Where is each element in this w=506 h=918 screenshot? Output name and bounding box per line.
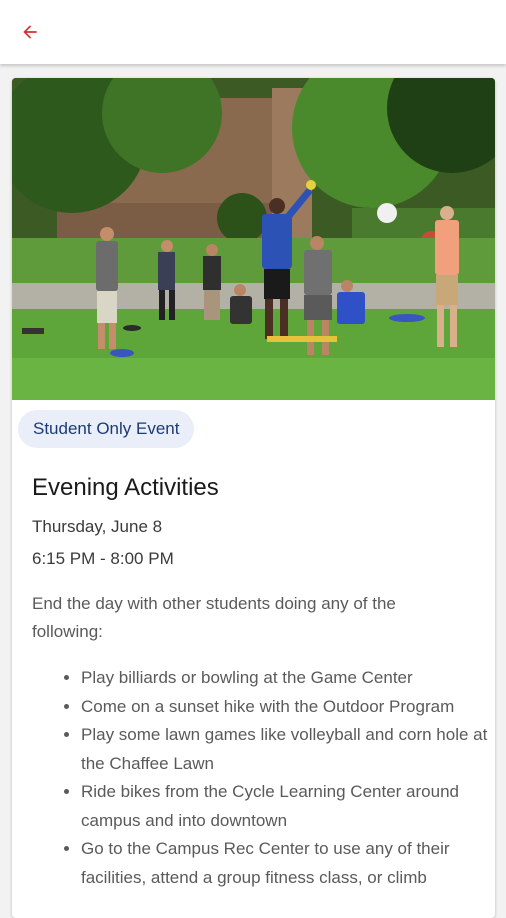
event-time: 6:15 PM - 8:00 PM (32, 549, 174, 568)
student-only-badge: Student Only Event (18, 410, 195, 448)
list-item: Go to the Campus Rec Center to use any o… (81, 835, 491, 892)
app-bar (0, 0, 506, 64)
list-item: Play some lawn games like volleyball and… (81, 721, 491, 778)
activity-list: Play billiards or bowling at the Game Ce… (60, 664, 491, 892)
event-card: Student Only Event Evening Activities Th… (12, 78, 495, 918)
event-date: Thursday, June 8 (32, 517, 163, 536)
arrow-left-icon (23, 25, 37, 39)
back-button[interactable] (12, 14, 48, 50)
list-item: Come on a sunset hike with the Outdoor P… (81, 693, 491, 722)
event-intro: End the day with other students doing an… (32, 594, 396, 641)
list-item: Ride bikes from the Cycle Learning Cente… (81, 778, 491, 835)
list-item: Play billiards or bowling at the Game Ce… (81, 664, 491, 693)
event-photo (12, 78, 495, 400)
event-title: Evening Activities (32, 474, 219, 501)
